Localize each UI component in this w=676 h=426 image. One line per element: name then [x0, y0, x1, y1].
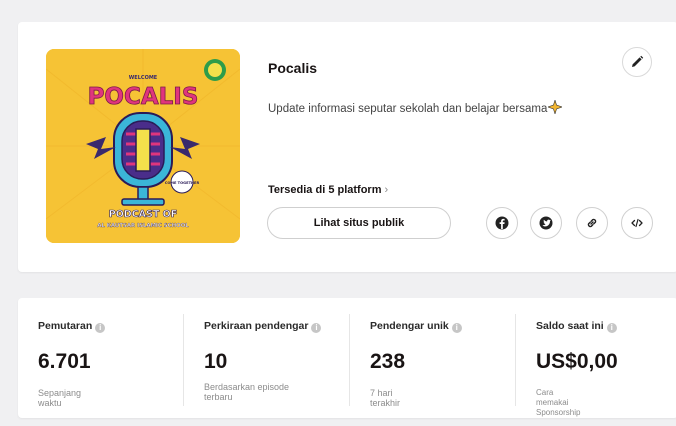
stat-caption: Sepanjang waktu [38, 388, 82, 408]
svg-text:WELCOME: WELCOME [129, 75, 158, 81]
link-icon [587, 218, 597, 228]
pencil-icon [632, 55, 644, 67]
stat-label-text: Pendengar unik [370, 320, 449, 332]
stat-value: 238 [370, 350, 406, 373]
facebook-share-button[interactable] [486, 207, 518, 239]
stat-label: Saldo saat ini i [536, 320, 617, 333]
chevron-right-icon: › [384, 184, 389, 196]
stats-card: Pemutaran i 6.701 Sepanjang waktu Perkira… [18, 298, 676, 418]
cover-illustration: WELCOME POCALIS COME TOGETHER PODCAST OF… [46, 49, 240, 243]
stat-value: 10 [204, 350, 228, 373]
stat-label-text: Pemutaran [38, 320, 93, 332]
show-description: Update informasi seputar sekolah dan bel… [268, 100, 563, 115]
stat-label-text: Perkiraan pendengar [204, 320, 309, 332]
show-profile-card: WELCOME POCALIS COME TOGETHER PODCAST OF… [18, 22, 676, 272]
stat-label: Pendengar unik i [370, 320, 462, 333]
stat-divider [515, 314, 516, 406]
svg-text:COME TOGETHER: COME TOGETHER [165, 181, 200, 185]
facebook-icon [495, 216, 509, 230]
info-icon[interactable]: i [451, 323, 462, 333]
twitter-icon [539, 216, 553, 230]
svg-text:POCALIS: POCALIS [88, 84, 199, 110]
edit-show-button[interactable] [622, 47, 652, 77]
show-description-text: Update informasi seputar sekolah dan bel… [268, 103, 548, 115]
stat-caption: 7 hari terakhir [370, 388, 401, 408]
stat-estimated-listeners: Perkiraan pendengar i 10 Berdasarkan epis… [204, 298, 324, 418]
view-public-site-button[interactable]: Lihat situs publik [267, 207, 451, 239]
info-icon[interactable]: i [606, 323, 617, 333]
stat-divider [183, 314, 184, 406]
stat-label-text: Saldo saat ini [536, 320, 604, 332]
svg-text:AL KAUTSAR ISLAMIC SCHOOL: AL KAUTSAR ISLAMIC SCHOOL [97, 223, 189, 229]
podcast-cover-art: WELCOME POCALIS COME TOGETHER PODCAST OF… [46, 49, 240, 243]
sparkle-icon [548, 100, 563, 114]
code-icon [631, 218, 643, 228]
embed-code-button[interactable] [621, 207, 653, 239]
sponsorship-link[interactable]: Cara memakai Sponsorship [536, 388, 580, 418]
platforms-link[interactable]: Tersedia di 5 platform › [268, 184, 388, 196]
stat-caption: Berdasarkan episode terbaru [204, 382, 290, 402]
stat-label: Perkiraan pendengar i [204, 320, 322, 333]
show-title: Pocalis [268, 60, 318, 76]
stat-value: US$0,00 [536, 350, 618, 373]
stat-value: 6.701 [38, 350, 91, 373]
twitter-share-button[interactable] [530, 207, 562, 239]
info-icon[interactable]: i [311, 323, 322, 333]
copy-link-button[interactable] [576, 207, 608, 239]
info-icon[interactable]: i [95, 323, 106, 333]
stat-label: Pemutaran i [38, 320, 106, 333]
platforms-label: Tersedia di 5 platform [268, 184, 382, 196]
stat-divider [349, 314, 350, 406]
svg-text:PODCAST OF: PODCAST OF [109, 209, 177, 220]
